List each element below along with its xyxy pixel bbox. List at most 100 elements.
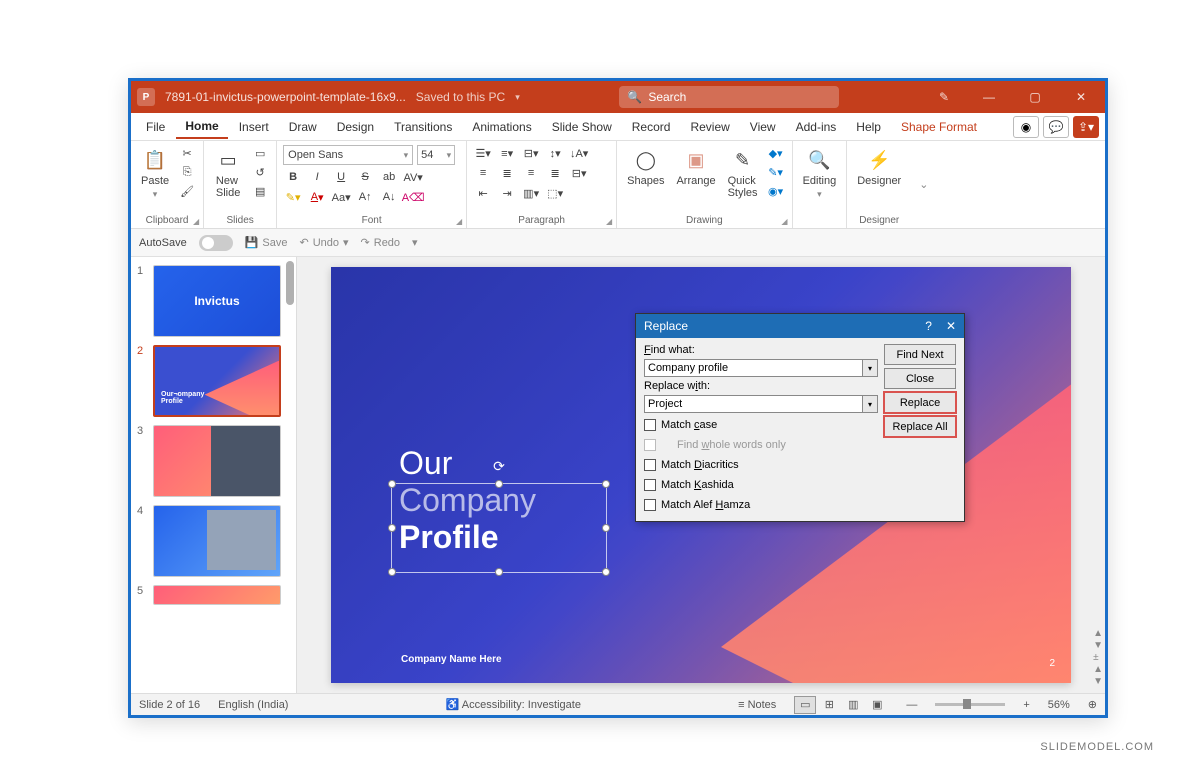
tab-animations[interactable]: Animations (463, 116, 540, 138)
resize-handle[interactable] (495, 480, 503, 488)
match-diacritics-checkbox[interactable]: Match Diacritics (644, 456, 878, 473)
tab-help[interactable]: Help (847, 116, 890, 138)
find-what-input[interactable] (644, 359, 863, 377)
slide-thumbnail-4[interactable]: 4 (133, 501, 294, 581)
new-slide-button[interactable]: ▭New Slide (210, 145, 246, 201)
layout-button[interactable]: ▭ (250, 145, 270, 161)
align-left-button[interactable]: ≡ (473, 165, 493, 181)
dialog-title-bar[interactable]: Replace ? ✕ (636, 314, 964, 338)
notes-button[interactable]: ≡ Notes (738, 699, 776, 711)
comments-button[interactable]: 💬 (1043, 116, 1069, 138)
normal-view-button[interactable]: ▭ (794, 696, 816, 714)
match-kashida-checkbox[interactable]: Match Kashida (644, 476, 878, 493)
find-dropdown-icon[interactable]: ▾ (863, 359, 878, 377)
tab-slideshow[interactable]: Slide Show (543, 116, 621, 138)
char-spacing-button[interactable]: AV▾ (403, 169, 423, 185)
text-direction-button[interactable]: ↓A▾ (569, 145, 589, 161)
underline-button[interactable]: U (331, 169, 351, 185)
slide-thumbnail-5[interactable]: 5 (133, 581, 294, 609)
resize-handle[interactable] (388, 480, 396, 488)
rotate-handle-icon[interactable]: ⟳ (493, 458, 505, 475)
dialog-close-button[interactable]: Close (884, 368, 956, 389)
change-case-button[interactable]: Aa▾ (331, 189, 351, 205)
shapes-button[interactable]: ◯Shapes (623, 145, 668, 189)
shrink-font-button[interactable]: A↓ (379, 189, 399, 205)
editing-button[interactable]: 🔍Editing▾ (799, 145, 841, 202)
smartart-button[interactable]: ⬚▾ (545, 185, 565, 201)
font-size-select[interactable]: 54▾ (417, 145, 455, 165)
share-button[interactable]: ⇪▾ (1073, 116, 1099, 138)
replace-dropdown-icon[interactable]: ▾ (863, 395, 878, 413)
language-status[interactable]: English (India) (218, 699, 288, 711)
shape-outline-button[interactable]: ✎▾ (766, 164, 786, 180)
zoom-out-button[interactable]: — (906, 699, 917, 711)
tab-home[interactable]: Home (176, 115, 227, 139)
save-button[interactable]: 💾Save (245, 236, 288, 249)
arrange-button[interactable]: ▣Arrange (672, 145, 719, 189)
tab-draw[interactable]: Draw (280, 116, 326, 138)
justify-button[interactable]: ≣ (545, 165, 565, 181)
section-button[interactable]: ▤ (250, 183, 270, 199)
resize-handle[interactable] (602, 480, 610, 488)
search-box[interactable]: 🔍 Search (619, 86, 839, 108)
tab-addins[interactable]: Add-ins (787, 116, 846, 138)
tab-shape-format[interactable]: Shape Format (892, 116, 986, 138)
font-name-select[interactable]: Open Sans▾ (283, 145, 413, 165)
slideshow-view-button[interactable]: ▣ (866, 696, 888, 714)
close-button[interactable]: ✕ (1063, 81, 1099, 113)
dialog-close-icon[interactable]: ✕ (946, 319, 956, 333)
tab-view[interactable]: View (741, 116, 785, 138)
designer-button[interactable]: ⚡Designer (853, 145, 905, 189)
font-color-button[interactable]: A▾ (307, 189, 327, 205)
dialog-help-icon[interactable]: ? (925, 319, 932, 333)
match-case-checkbox[interactable]: Match case (644, 416, 878, 433)
copy-button[interactable]: ⎘ (177, 164, 197, 180)
resize-handle[interactable] (388, 568, 396, 576)
slide-thumbnail-1[interactable]: 1 (133, 261, 294, 341)
align-right-button[interactable]: ≡ (521, 165, 541, 181)
numbering-button[interactable]: ≡▾ (497, 145, 517, 161)
thumbnail-scrollbar[interactable] (286, 261, 294, 305)
columns-button[interactable]: ▥▾ (521, 185, 541, 201)
tab-review[interactable]: Review (681, 116, 738, 138)
paste-button[interactable]: 📋Paste▾ (137, 145, 173, 202)
accessibility-status[interactable]: ♿ Accessibility: Investigate (446, 698, 581, 711)
canvas-nav-arrows[interactable]: ▲▼±▲▼ (1093, 628, 1103, 687)
redo-button[interactable]: ↷ Redo (361, 236, 401, 249)
match-alef-hamza-checkbox[interactable]: Match Alef Hamza (644, 496, 878, 513)
resize-handle[interactable] (602, 568, 610, 576)
resize-handle[interactable] (495, 568, 503, 576)
italic-button[interactable]: I (307, 169, 327, 185)
zoom-slider[interactable] (935, 703, 1005, 706)
tab-record[interactable]: Record (623, 116, 680, 138)
strikethrough-button[interactable]: S (355, 169, 375, 185)
slide[interactable]: Our Company Profile ⟳ Company Name Here (331, 267, 1071, 683)
reading-view-button[interactable]: ▥ (842, 696, 864, 714)
resize-handle[interactable] (388, 524, 396, 532)
collapse-ribbon-button[interactable]: ⌄ (911, 141, 936, 228)
format-painter-button[interactable]: 🖌 (177, 183, 197, 199)
increase-indent-button[interactable]: ⇥ (497, 185, 517, 201)
shadow-button[interactable]: ab (379, 169, 399, 185)
fit-to-window-button[interactable]: ⊕ (1088, 698, 1097, 711)
maximize-button[interactable]: ▢ (1017, 81, 1053, 113)
qat-overflow-button[interactable]: ▾ (412, 236, 418, 249)
tab-file[interactable]: File (137, 116, 174, 138)
sorter-view-button[interactable]: ⊞ (818, 696, 840, 714)
slide-thumbnail-2[interactable]: 2 (133, 341, 294, 421)
highlight-button[interactable]: ✎▾ (283, 189, 303, 205)
record-button[interactable]: ◉ (1013, 116, 1039, 138)
shape-effects-button[interactable]: ◉▾ (766, 183, 786, 199)
selected-text-box[interactable]: ⟳ (391, 483, 607, 573)
bold-button[interactable]: B (283, 169, 303, 185)
find-next-button[interactable]: Find Next (884, 344, 956, 365)
pen-icon[interactable]: ✎ (939, 90, 961, 104)
minimize-button[interactable]: — (971, 81, 1007, 113)
bullets-button[interactable]: ☰▾ (473, 145, 493, 161)
align-center-button[interactable]: ≣ (497, 165, 517, 181)
decrease-indent-button[interactable]: ⇤ (473, 185, 493, 201)
clear-formatting-button[interactable]: A⌫ (403, 189, 423, 205)
chevron-down-icon[interactable]: ▾ (515, 92, 520, 103)
tab-design[interactable]: Design (328, 116, 383, 138)
cut-button[interactable]: ✂ (177, 145, 197, 161)
